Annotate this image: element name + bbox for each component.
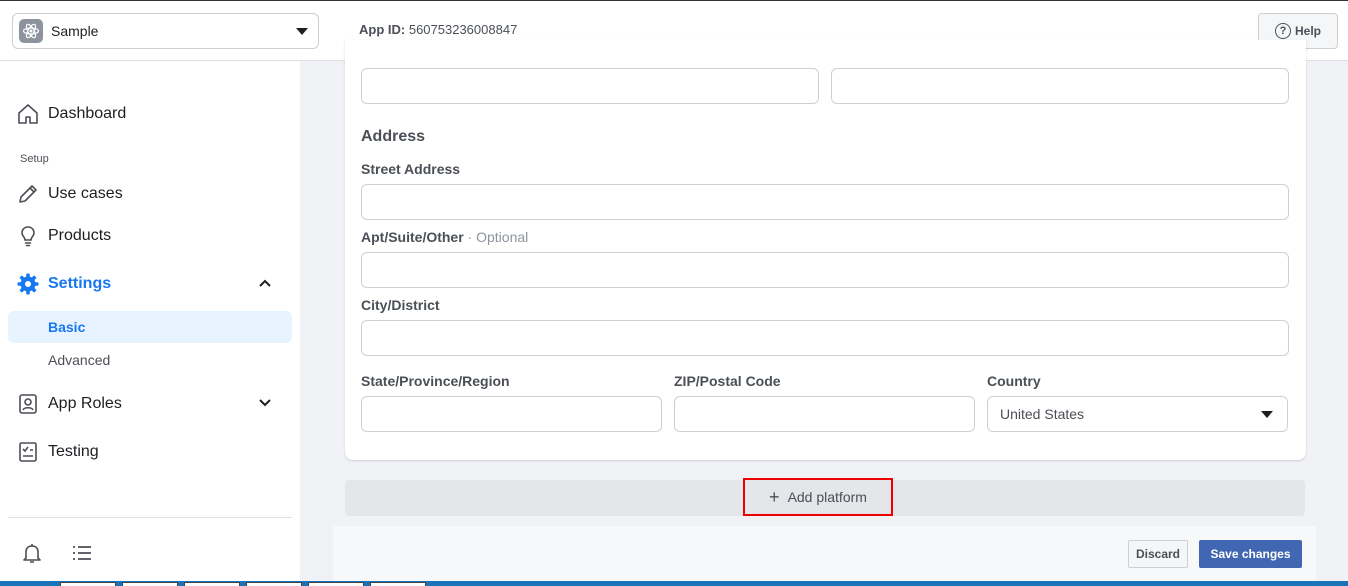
list-icon[interactable] [70,541,94,570]
country-select[interactable]: United States [987,396,1288,432]
sidebar: Dashboard Setup Use cases Products Setti… [0,61,300,586]
plus-icon: + [769,486,780,507]
zip-postal-input[interactable] [674,396,975,432]
country-label: Country [987,373,1041,389]
home-icon [16,102,40,126]
contact-card-icon [16,392,40,416]
checklist-icon [16,440,40,464]
sidebar-subitem-advanced[interactable]: Advanced [8,344,292,376]
country-value: United States [1000,406,1085,422]
pencil-icon [16,182,40,206]
apt-suite-label-text: Apt/Suite/Other [361,229,464,245]
sidebar-item-label: Testing [48,443,99,460]
sidebar-item-products[interactable]: Products [8,216,292,256]
taskbar-item[interactable] [370,582,426,586]
street-address-label: Street Address [361,161,461,177]
contact-field-right[interactable] [831,68,1289,104]
sidebar-item-dashboard[interactable]: Dashboard [8,94,292,134]
city-district-input[interactable] [361,320,1289,356]
sidebar-item-testing[interactable]: Testing [8,432,292,472]
taskbar-item[interactable] [122,582,178,586]
sidebar-item-label: Use cases [48,185,123,202]
app-id: App ID: 560753236008847 [359,22,517,37]
sidebar-divider [8,517,292,518]
gear-icon [16,272,40,296]
app-atom-icon [19,19,43,43]
apt-suite-label: Apt/Suite/Other · Optional [361,229,528,245]
sidebar-subitem-basic[interactable]: Basic [8,311,292,343]
chevron-up-icon [258,276,272,295]
sidebar-item-label: Products [48,227,112,244]
sidebar-item-use-cases[interactable]: Use cases [8,174,292,214]
setup-section-label: Setup [20,153,49,165]
caret-down-icon [1261,411,1273,418]
lightbulb-icon [16,224,40,248]
taskbar-item[interactable] [246,582,302,586]
apt-suite-input[interactable] [361,252,1289,288]
sidebar-item-label: Settings [48,275,112,292]
state-province-label: State/Province/Region [361,373,510,389]
address-card: Address Street Address Apt/Suite/Other ·… [345,40,1306,460]
add-platform-label: Add platform [787,489,867,505]
taskbar-item[interactable] [184,582,240,586]
address-section-title: Address [361,128,426,145]
contact-field-left[interactable] [361,68,819,104]
sidebar-item-label: App Roles [48,395,122,412]
app-id-value: 560753236008847 [408,22,518,37]
sidebar-item-label: Dashboard [48,105,127,122]
state-province-input[interactable] [361,396,662,432]
chevron-down-icon [258,396,272,415]
question-icon: ? [1274,23,1291,39]
discard-button[interactable]: Discard [1128,540,1188,568]
bell-icon[interactable] [20,541,44,570]
street-address-input[interactable] [361,184,1289,220]
city-district-label: City/District [361,297,440,313]
caret-down-icon [296,27,308,35]
app-id-label: App ID: [359,22,406,37]
sidebar-bottom-icons [20,541,94,570]
taskbar-item[interactable] [60,582,116,586]
add-platform-button[interactable]: + Add platform [743,478,893,516]
save-changes-button[interactable]: Save changes [1199,540,1302,568]
sidebar-item-app-roles[interactable]: App Roles [8,384,292,424]
app-selector-dropdown[interactable]: Sample [12,13,319,49]
help-label: Help [1294,24,1321,38]
taskbar-item[interactable] [308,582,364,586]
zip-postal-label: ZIP/Postal Code [674,373,781,389]
app-name: Sample [51,23,99,39]
optional-suffix: · Optional [463,229,529,245]
sidebar-item-settings[interactable]: Settings [8,264,292,304]
